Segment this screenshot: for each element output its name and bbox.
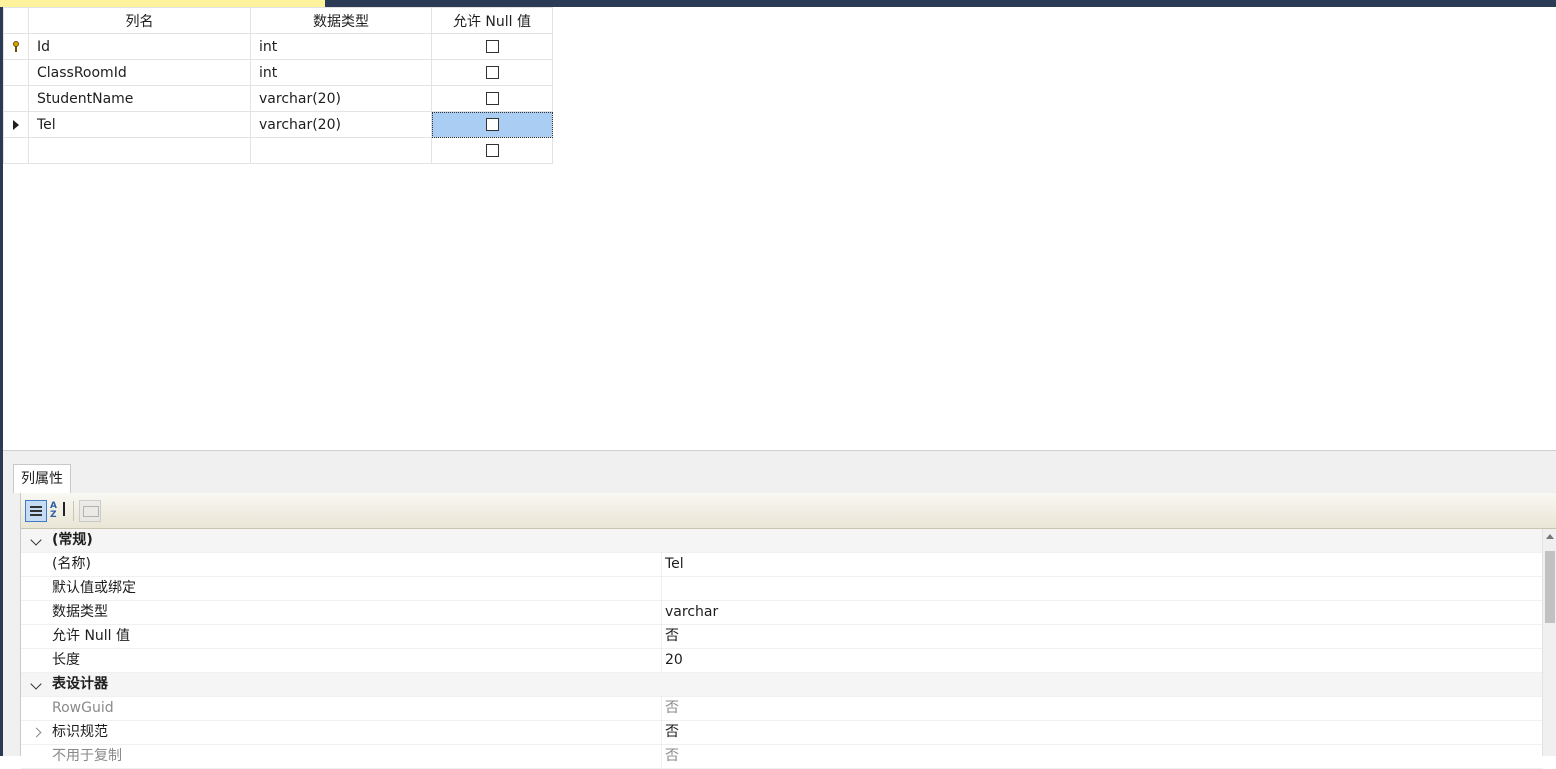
collapse-icon[interactable]	[21, 673, 51, 696]
table-row[interactable]: ClassRoomId int	[3, 59, 553, 86]
property-toolbar: A Z	[21, 493, 1556, 529]
category-label: 表设计器	[52, 676, 108, 692]
allow-null-checkbox[interactable]	[485, 118, 499, 131]
row-selector[interactable]	[3, 85, 29, 112]
property-name: 长度	[52, 652, 80, 668]
property-name: 数据类型	[52, 604, 108, 620]
property-row[interactable]: 标识规范 否	[21, 721, 1543, 745]
allow-null-checkbox[interactable]	[485, 144, 499, 157]
allow-null-cell	[431, 111, 553, 138]
vertical-scrollbar[interactable]	[1542, 529, 1556, 756]
scroll-up-icon[interactable]	[1546, 534, 1554, 539]
data-type-header: 数据类型	[250, 7, 432, 34]
column-properties-panel: 列属性 A Z (常规) (名称) Tel 默认值或绑定 数据类型 varcha…	[3, 455, 1556, 769]
collapse-icon[interactable]	[21, 529, 51, 552]
row-selector[interactable]	[3, 33, 29, 60]
data-type-cell[interactable]: int	[250, 59, 432, 86]
sort-az-icon: A Z	[50, 501, 57, 520]
property-value[interactable]: Tel	[661, 553, 1543, 576]
property-value[interactable]: 否	[661, 745, 1543, 768]
column-name-cell[interactable]	[28, 137, 251, 164]
property-value[interactable]: varchar	[661, 601, 1543, 624]
category-table-designer[interactable]: 表设计器	[21, 673, 1543, 697]
tab-column-properties[interactable]: 列属性	[13, 464, 71, 493]
property-value[interactable]: 否	[661, 625, 1543, 648]
categorized-view-button[interactable]	[25, 500, 47, 522]
property-value[interactable]: 否	[661, 697, 1543, 720]
property-value[interactable]	[661, 577, 1543, 600]
allow-null-checkbox[interactable]	[485, 66, 499, 79]
scrollbar-thumb[interactable]	[1545, 551, 1555, 623]
property-row[interactable]: 不用于复制 否	[21, 745, 1543, 769]
allow-null-checkbox[interactable]	[485, 92, 499, 105]
column-designer-grid: 列名 数据类型 允许 Null 值 Id int ClassRoomId int…	[3, 7, 553, 164]
property-grid: (常规) (名称) Tel 默认值或绑定 数据类型 varchar 允许 Nul…	[21, 529, 1543, 769]
column-name-cell[interactable]: Tel	[28, 111, 251, 138]
column-name-cell[interactable]: Id	[28, 33, 251, 60]
column-name-cell[interactable]: ClassRoomId	[28, 59, 251, 86]
toolbar-separator	[73, 501, 74, 521]
data-type-cell[interactable]: int	[250, 33, 432, 60]
table-row[interactable]: StudentName varchar(20)	[3, 85, 553, 112]
property-pages-button[interactable]	[79, 500, 101, 522]
column-name-header: 列名	[28, 7, 251, 34]
document-tab[interactable]	[0, 0, 325, 7]
alphabetical-sort-button[interactable]: A Z	[50, 500, 72, 522]
property-row[interactable]: 数据类型 varchar	[21, 601, 1543, 625]
property-row[interactable]: RowGuid 否	[21, 697, 1543, 721]
property-name: 允许 Null 值	[52, 628, 131, 644]
category-general[interactable]: (常规)	[21, 529, 1543, 553]
row-selector-header	[3, 7, 29, 34]
allow-null-cell	[431, 137, 553, 164]
table-row[interactable]	[3, 137, 553, 164]
property-value[interactable]: 否	[661, 721, 1543, 744]
allow-null-checkbox[interactable]	[485, 40, 499, 53]
row-selector[interactable]	[3, 111, 29, 138]
allow-null-cell	[431, 59, 553, 86]
allow-null-cell	[431, 85, 553, 112]
category-label: (常规)	[52, 532, 93, 548]
allow-null-cell	[431, 33, 553, 60]
property-row[interactable]: (名称) Tel	[21, 553, 1543, 577]
row-selector[interactable]	[3, 137, 29, 164]
property-grid-container: A Z (常规) (名称) Tel 默认值或绑定 数据类型 varchar 允许…	[20, 493, 1556, 769]
property-name: 标识规范	[52, 724, 108, 740]
property-row[interactable]: 默认值或绑定	[21, 577, 1543, 601]
sort-arrow-icon	[63, 502, 65, 516]
property-name: 不用于复制	[52, 748, 122, 764]
property-row[interactable]: 允许 Null 值 否	[21, 625, 1543, 649]
property-row[interactable]: 长度 20	[21, 649, 1543, 673]
property-name: RowGuid	[52, 700, 114, 716]
data-type-cell[interactable]: varchar(20)	[250, 111, 432, 138]
property-name: 默认值或绑定	[52, 580, 136, 596]
key-icon	[11, 40, 21, 53]
row-selector[interactable]	[3, 59, 29, 86]
current-row-arrow-icon	[13, 119, 19, 130]
table-row[interactable]: Tel varchar(20)	[3, 111, 553, 138]
grid-header-row: 列名 数据类型 允许 Null 值	[3, 7, 553, 34]
property-value[interactable]: 20	[661, 649, 1543, 672]
data-type-cell[interactable]: varchar(20)	[250, 85, 432, 112]
table-row[interactable]: Id int	[3, 33, 553, 60]
allow-null-header: 允许 Null 值	[431, 7, 553, 34]
column-name-cell[interactable]: StudentName	[28, 85, 251, 112]
property-name: (名称)	[52, 556, 91, 572]
data-type-cell[interactable]	[250, 137, 432, 164]
expand-icon[interactable]	[21, 721, 51, 744]
